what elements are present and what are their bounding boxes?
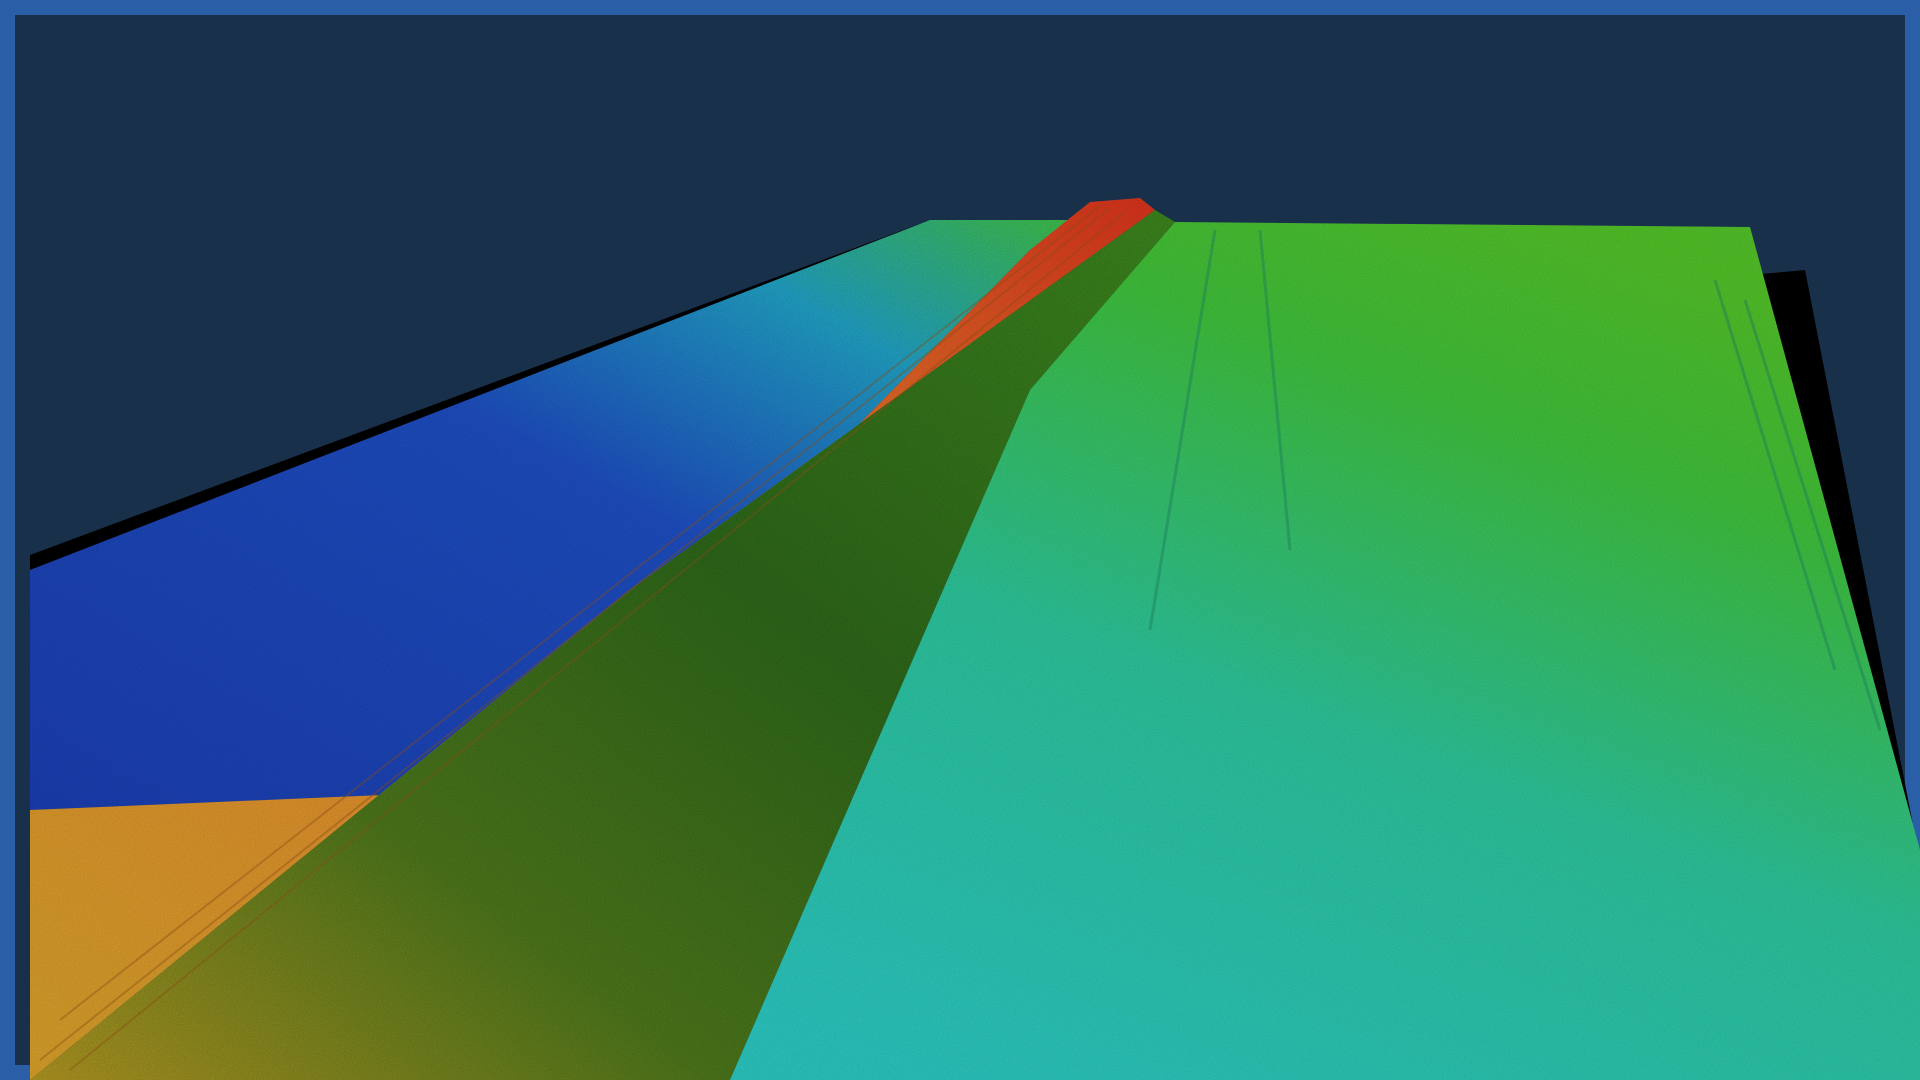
terrain-render[interactable] <box>30 30 1920 1080</box>
viewport-frame <box>0 0 1920 1080</box>
